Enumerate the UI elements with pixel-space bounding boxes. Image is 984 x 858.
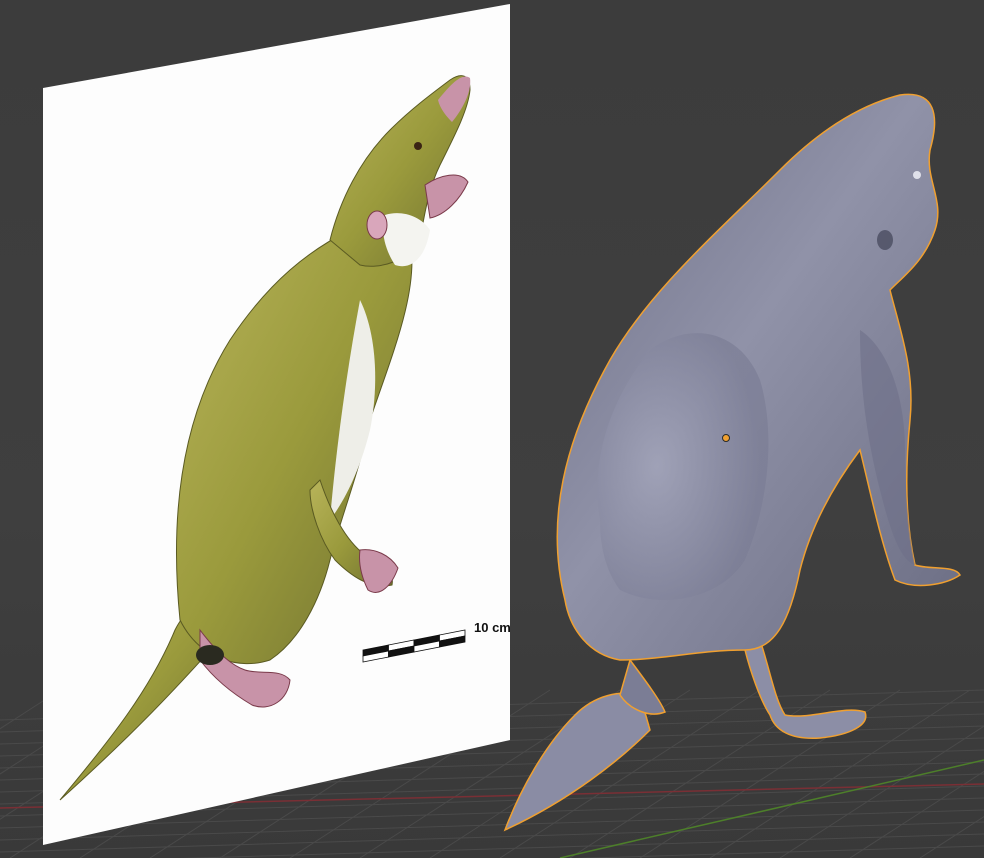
mesh-ear (877, 230, 893, 250)
mesh-hind-leg[interactable] (744, 638, 867, 739)
object-origin-point[interactable] (722, 434, 730, 442)
mesh-tail[interactable] (503, 692, 651, 832)
mesh-eye (913, 171, 921, 179)
3d-viewport[interactable]: 10 cm (0, 0, 984, 858)
scale-bar-label: 10 cm (474, 620, 511, 635)
grid-line (180, 833, 984, 858)
grid-line (849, 770, 984, 858)
sculpt-mesh[interactable] (503, 93, 961, 832)
reference-image-plane[interactable]: 10 cm (43, 4, 511, 845)
viewport-scene[interactable]: 10 cm (0, 0, 984, 858)
grid-line (0, 821, 984, 853)
